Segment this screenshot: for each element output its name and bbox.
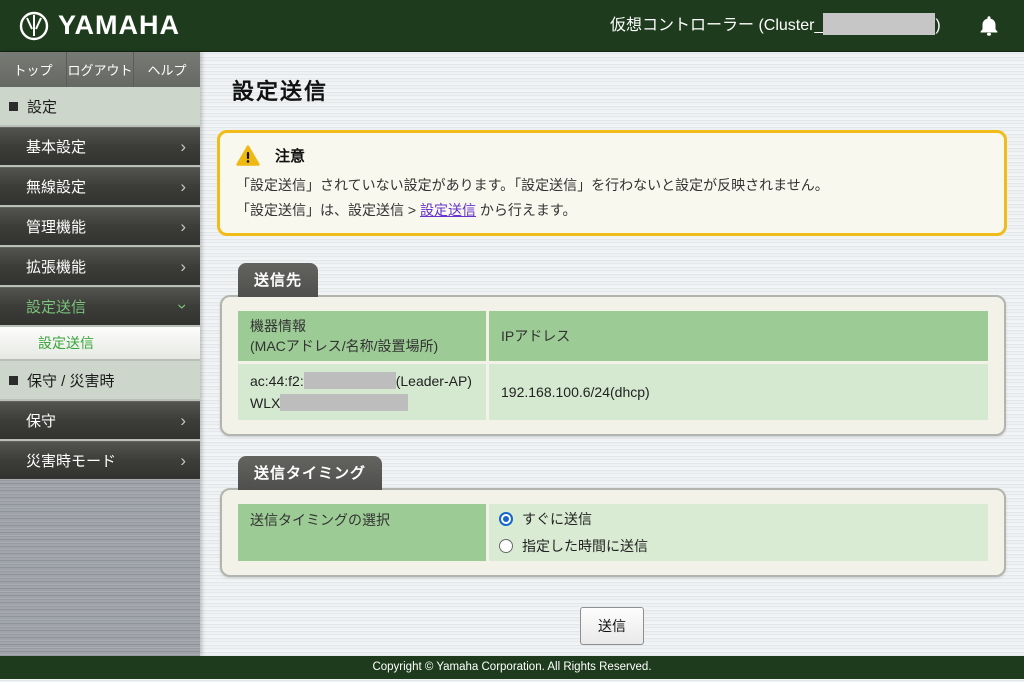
timing-section: 送信タイミング 送信タイミングの選択 すぐに送信 指定した時間に送信 [220,456,1006,577]
sidebar: トップ ログアウト ヘルプ 設定 基本設定 › 無線設定 › 管理機能 › 拡張… [0,52,200,656]
destination-section: 送信先 機器情報 (MACアドレス/名称/設置場所) IPアドレス ac:44:… [220,263,1006,436]
timing-section-tab: 送信タイミング [238,456,382,490]
redacted-mac-address [304,372,396,389]
chevron-right-icon: › [180,218,186,235]
chevron-right-icon: › [180,258,186,275]
chevron-right-icon: › [180,178,186,195]
ip-address-cell: 192.168.100.6/24(dhcp) [489,364,988,420]
timing-select-label: 送信タイミングの選択 [238,504,486,561]
tab-top[interactable]: トップ [0,52,67,87]
redacted-model-name [280,394,408,411]
warning-icon [236,145,260,166]
sidebar-section-title: 設定 [27,96,57,117]
timing-options-cell: すぐに送信 指定した時間に送信 [489,504,988,561]
sidebar-subitem-config-send[interactable]: 設定送信 [0,327,200,359]
destination-panel: 機器情報 (MACアドレス/名称/設置場所) IPアドレス ac:44:f2:(… [220,295,1006,436]
device-info-cell: ac:44:f2:(Leader-AP) WLX [238,364,486,420]
sidebar-section-settings-header: 設定 [0,87,200,125]
radio-button-unselected-icon[interactable] [499,539,513,553]
device-info-column-header: 機器情報 (MACアドレス/名称/設置場所) [238,311,486,361]
section-marker-icon [9,102,18,111]
notice-line-2: 「設定送信」は、設定送信 > 設定送信 から行えます。 [236,198,988,223]
chevron-right-icon: › [180,138,186,155]
sidebar-top-tabs: トップ ログアウト ヘルプ [0,52,200,87]
sidebar-section-maintenance-header: 保守 / 災害時 [0,361,200,399]
sidebar-menu: 設定 基本設定 › 無線設定 › 管理機能 › 拡張機能 › 設定送信 › 設定… [0,87,200,479]
device-mac-line: ac:44:f2:(Leader-AP) [250,370,474,392]
sidebar-item-basic-settings[interactable]: 基本設定 › [0,127,200,165]
section-marker-icon [9,376,18,385]
footer-copyright: Copyright © Yamaha Corporation. All Righ… [0,656,1024,679]
top-header: YAMAHA 仮想コントローラー (Cluster_) [0,0,1024,52]
sidebar-item-config-send[interactable]: 設定送信 › [0,287,200,325]
tab-help[interactable]: ヘルプ [134,52,200,87]
sidebar-item-wireless-settings[interactable]: 無線設定 › [0,167,200,205]
timing-panel: 送信タイミングの選択 すぐに送信 指定した時間に送信 [220,488,1006,577]
notice-box: 注意 「設定送信」されていない設定があります。「設定送信」を行わないと設定が反映… [217,130,1007,236]
submit-button[interactable]: 送信 [580,607,644,645]
tab-logout[interactable]: ログアウト [67,52,134,87]
destination-section-tab: 送信先 [238,263,318,297]
sidebar-item-management[interactable]: 管理機能 › [0,207,200,245]
notification-bell-icon[interactable] [976,13,1002,39]
notice-title: 注意 [275,145,305,166]
sidebar-item-disaster-mode[interactable]: 災害時モード › [0,441,200,479]
notice-config-send-link[interactable]: 設定送信 [420,202,476,218]
notice-line-1: 「設定送信」されていない設定があります。「設定送信」を行わないと設定が反映されま… [236,173,988,198]
device-model-line: WLX [250,392,474,414]
redacted-cluster-name [823,13,935,35]
radio-button-selected-icon[interactable] [499,512,513,526]
yamaha-logo: YAMAHA [18,10,180,42]
chevron-right-icon: › [180,412,186,429]
sidebar-item-maintenance[interactable]: 保守 › [0,401,200,439]
radio-send-now[interactable]: すぐに送信 [499,509,978,529]
radio-send-scheduled[interactable]: 指定した時間に送信 [499,536,978,556]
chevron-down-icon: › [175,304,192,310]
chevron-right-icon: › [180,452,186,469]
page-title: 設定送信 [232,74,1024,106]
sidebar-item-extended[interactable]: 拡張機能 › [0,247,200,285]
brand-name: YAMAHA [58,10,180,41]
controller-title: 仮想コントローラー (Cluster_) [610,0,941,52]
tuning-fork-icon [18,10,50,42]
ip-address-column-header: IPアドレス [489,311,988,361]
sidebar-section-title: 保守 / 災害時 [27,370,115,391]
main-content: 設定送信 注意 「設定送信」されていない設定があります。「設定送信」を行わないと… [200,52,1024,656]
